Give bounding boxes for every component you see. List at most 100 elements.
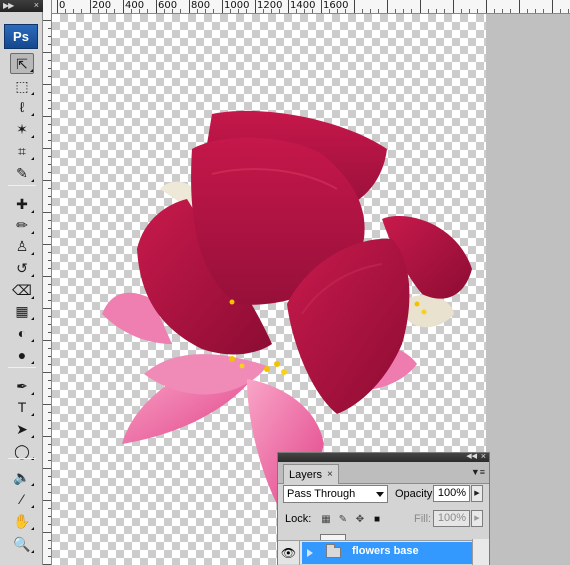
ruler-minor-tick [370,9,371,13]
tab-layers[interactable]: Layers × [283,464,339,484]
ruler-tick [48,444,51,445]
ruler-major-tick [453,0,454,13]
zoom-tool-icon: 🔍 [13,535,31,552]
ruler-major-tick [321,0,322,13]
layers-scrollbar[interactable] [472,539,489,565]
opacity-field[interactable]: 100% [433,485,470,502]
ruler-tick [48,164,51,165]
sample-eyedropper-tool[interactable]: ⁄ [10,488,34,509]
clone-stamp-tool-icon: ♙ [15,237,29,254]
layer-name: flowers base [352,545,419,557]
ruler-major-tick [420,0,421,13]
tools-panel-header[interactable]: ▶▶ × [0,0,43,12]
eraser-tool[interactable]: ⌫ [10,279,34,300]
visibility-eye-icon[interactable]: 👁 [278,541,300,565]
ruler-tick [43,180,51,181]
eyedropper-tool[interactable]: ✎ [10,162,34,183]
ruler-minor-tick [568,9,569,13]
vertical-ruler [43,0,52,565]
lock-all-icon[interactable]: ■ [370,512,384,526]
brush-tool[interactable]: ✏ [10,214,34,235]
ruler-tick [43,148,51,149]
layer-row[interactable]: 👁 flowers base [278,540,489,565]
ruler-tick [48,44,51,45]
ruler-tick [48,348,51,349]
magic-wand-tool[interactable]: ✶ [10,118,34,139]
hand-tool[interactable]: ✋ [10,510,34,531]
ruler-tick [48,252,51,253]
layer-group-selected[interactable]: flowers base [302,542,472,564]
blend-row: Pass Through Opacity: 100% ▶ [283,485,488,503]
layers-panel: ◀◀ × Layers × ▼≡ Pass Through Opacity: 1… [277,451,490,565]
close-tab-icon[interactable]: × [327,469,333,480]
ruler-minor-tick [147,9,148,13]
ruler-major-tick [90,0,91,13]
photoshop-window: ▶▶ × Ps ⇱ ⬚ ℓ ✶ ⌗ ✎ ✚ ✏ ♙ ↺ ⌫ ▦ ◐ ● ✒ T ➤ ◯ 🔈 ⁄ ✋ 🔍 0 200 400 60… [0,0,570,565]
blur-tool[interactable]: ◐ [10,322,34,343]
ruler-minor-tick [502,9,503,13]
lock-pixels-icon[interactable]: ✎ [336,512,350,526]
ruler-major-tick [354,0,355,13]
type-tool[interactable]: T [10,396,34,417]
ruler-tick [48,108,51,109]
marquee-tool[interactable]: ⬚ [10,75,34,96]
history-brush-tool[interactable]: ↺ [10,257,34,278]
ruler-label: 800 [191,0,211,11]
healing-brush-tool-icon: ✚ [16,195,28,212]
pen-tool[interactable]: ✒ [10,375,34,396]
lock-position-icon[interactable]: ✥ [353,512,367,526]
healing-brush-tool[interactable]: ✚ [10,193,34,214]
close-icon[interactable]: × [34,0,39,10]
panel-menu-icon[interactable]: ▼≡ [471,467,485,477]
ruler-minor-tick [444,9,445,13]
ruler-tick [48,140,51,141]
ruler-label: 400 [125,0,145,11]
ruler-minor-tick [428,9,429,13]
tools-panel: ▶▶ × Ps ⇱ ⬚ ℓ ✶ ⌗ ✎ ✚ ✏ ♙ ↺ ⌫ ▦ ◐ ● ✒ T ➤ ◯ 🔈 ⁄ ✋ 🔍 [0,0,43,565]
ruler-tick [48,124,51,125]
move-tool-icon: ⇱ [16,55,28,72]
ruler-minor-tick [543,9,544,13]
opacity-slider-button[interactable]: ▶ [471,485,483,502]
expand-panel-icon[interactable]: ▶▶ [3,1,14,10]
ruler-tick [48,540,51,541]
eraser-tool-icon: ⌫ [12,281,32,298]
ruler-minor-tick [436,9,437,13]
ruler-tick [43,468,51,469]
blend-mode-value: Pass Through [287,488,356,500]
ruler-tick [48,36,51,37]
ruler-tick [48,132,51,133]
gradient-tool[interactable]: ▦ [10,300,34,321]
lock-transparency-icon[interactable]: ▦ [319,512,333,526]
ruler-tick [48,324,51,325]
ruler-major-tick [123,0,124,13]
layers-panel-header[interactable]: ◀◀ × [278,451,489,462]
ruler-minor-tick [403,9,404,13]
ruler-major-tick [156,0,157,13]
ruler-tick [43,500,51,501]
ruler-tick [48,60,51,61]
dodge-tool[interactable]: ● [10,344,34,365]
sample-eyedropper-tool-icon: ⁄ [20,490,24,507]
zoom-tool[interactable]: 🔍 [10,533,34,554]
ruler-minor-tick [510,9,511,13]
disclosure-triangle-icon[interactable] [307,549,313,557]
ruler-tick [48,28,51,29]
ruler-tick [48,316,51,317]
move-tool[interactable]: ⇱ [10,53,34,74]
close-icon[interactable]: × [481,451,486,461]
flyout-indicator-icon [31,550,34,553]
lasso-tool[interactable]: ℓ [10,96,34,117]
type-tool-icon: T [17,398,27,415]
collapse-panel-icon[interactable]: ◀◀ [466,452,477,460]
hand-tool-icon: ✋ [13,512,31,529]
path-selection-tool[interactable]: ➤ [10,418,34,439]
horizontal-ruler: 0 200 400 600 800 1000 1200 1400 1600 [52,0,570,14]
notes-tool[interactable]: 🔈 [10,466,34,487]
clone-stamp-tool[interactable]: ♙ [10,235,34,256]
blend-mode-select[interactable]: Pass Through [283,485,388,503]
ruler-tick [48,484,51,485]
ruler-label: 1000 [224,0,250,11]
ruler-minor-tick [469,9,470,13]
crop-tool[interactable]: ⌗ [10,140,34,161]
